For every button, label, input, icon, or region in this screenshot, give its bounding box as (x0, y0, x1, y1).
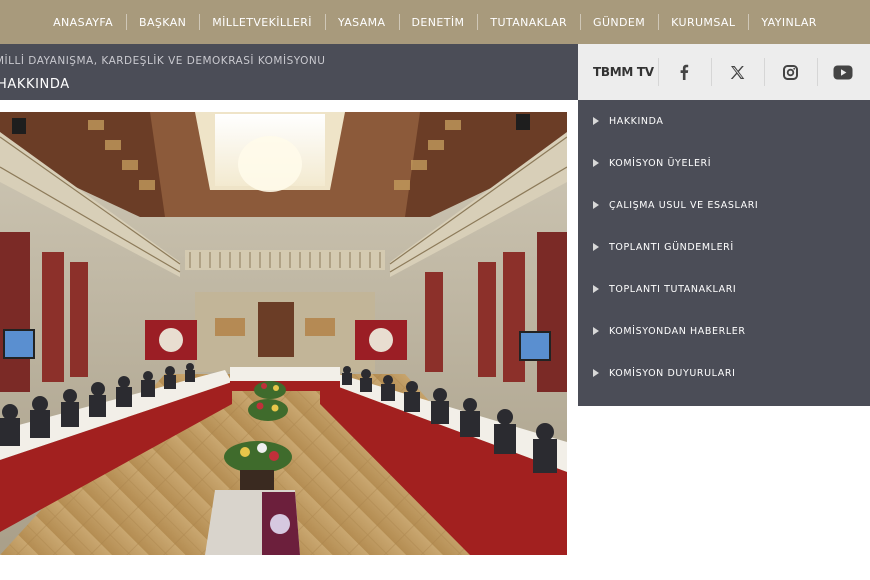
side-menu-item-toplanti-gundemleri[interactable]: TOPLANTI GÜNDEMLERİ (578, 226, 870, 268)
commission-name[interactable]: MİLLİ DAYANIŞMA, KARDEŞLİK VE DEMOKRASİ … (0, 55, 325, 67)
nav-item-baskan[interactable]: BAŞKAN (126, 13, 199, 30)
play-arrow-icon (593, 243, 599, 251)
tbmm-tv-link[interactable]: TBMM TV (593, 65, 658, 79)
meeting-hall-photo (0, 112, 567, 555)
page-header: MİLLİ DAYANIŞMA, KARDEŞLİK VE DEMOKRASİ … (0, 44, 578, 100)
page-title: HAKKINDA (0, 77, 70, 92)
side-menu-item-toplanti-tutanaklari[interactable]: TOPLANTI TUTANAKLARI (578, 268, 870, 310)
nav-item-yayinlar[interactable]: YAYINLAR (748, 13, 829, 30)
nav-item-milletvekilleri[interactable]: MİLLETVEKİLLERİ (199, 13, 325, 30)
side-menu-item-komisyondan-haberler[interactable]: KOMİSYONDAN HABERLER (578, 310, 870, 352)
side-menu-item-komisyon-duyurulari[interactable]: KOMİSYON DUYURULARI (578, 352, 870, 394)
social-bar: TBMM TV (578, 44, 870, 100)
commission-side-menu: HAKKINDA KOMİSYON ÜYELERİ ÇALIŞMA USUL V… (578, 100, 870, 406)
side-menu-item-calisma-usul[interactable]: ÇALIŞMA USUL VE ESASLARI (578, 184, 870, 226)
instagram-icon[interactable] (763, 44, 817, 100)
nav-item-tutanaklar[interactable]: TUTANAKLAR (477, 13, 580, 30)
nav-item-denetim[interactable]: DENETİM (398, 13, 478, 30)
nav-item-gundem[interactable]: GÜNDEM (580, 13, 658, 30)
play-arrow-icon (593, 369, 599, 377)
nav-item-kurumsal[interactable]: KURUMSAL (658, 13, 748, 30)
side-menu-item-hakkinda[interactable]: HAKKINDA (578, 100, 870, 142)
x-icon[interactable] (710, 44, 764, 100)
play-arrow-icon (593, 285, 599, 293)
play-arrow-icon (593, 159, 599, 167)
play-arrow-icon (593, 201, 599, 209)
nav-item-yasama[interactable]: YASAMA (324, 13, 399, 30)
facebook-icon[interactable] (657, 44, 711, 100)
play-arrow-icon (593, 117, 599, 125)
side-menu-item-komisyon-uyeleri[interactable]: KOMİSYON ÜYELERİ (578, 142, 870, 184)
youtube-icon[interactable] (816, 44, 870, 100)
top-navigation: ANASAYFA BAŞKAN MİLLETVEKİLLERİ YASAMA D… (0, 0, 870, 44)
nav-item-anasayfa[interactable]: ANASAYFA (40, 16, 126, 29)
play-arrow-icon (593, 327, 599, 335)
